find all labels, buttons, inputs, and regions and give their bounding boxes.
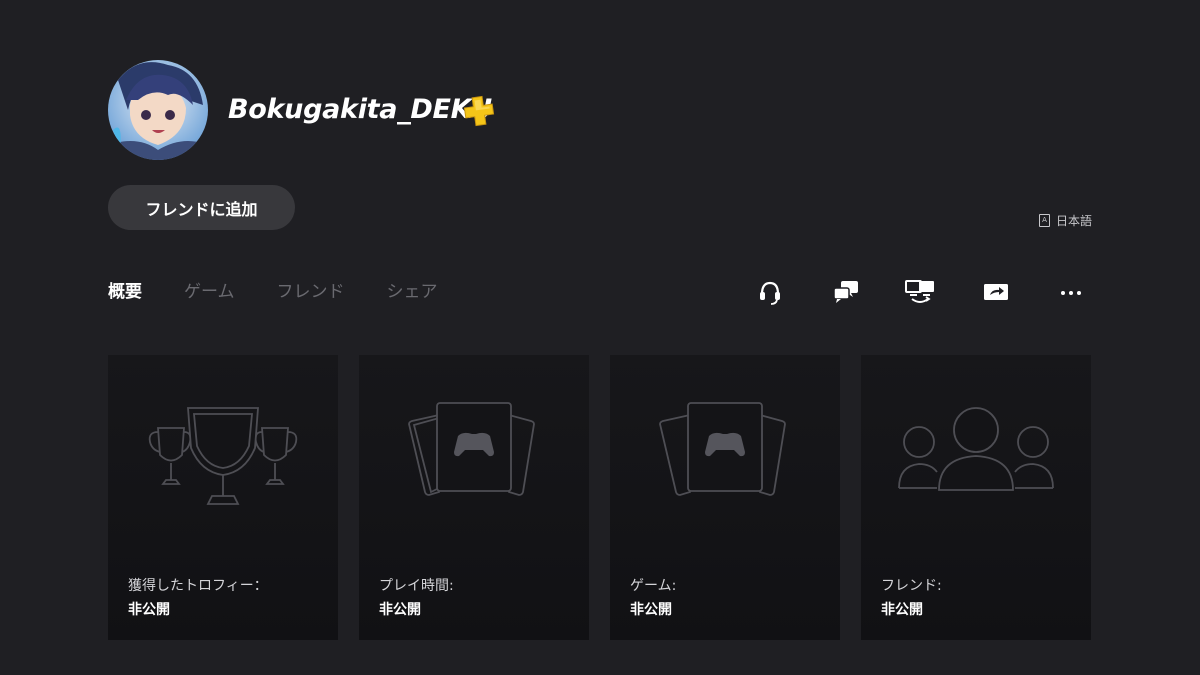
remote-play-icon[interactable] (904, 277, 936, 307)
game-cards-icon (359, 400, 589, 510)
chat-icon[interactable] (830, 277, 862, 307)
trophies-card[interactable]: 獲得したトロフィー： 非公開 (108, 355, 338, 640)
ps-plus-icon (463, 95, 495, 127)
game-cards-icon (610, 400, 840, 510)
card-value: 非公開 (630, 602, 672, 618)
tab-games[interactable]: ゲーム (184, 280, 235, 304)
share-screen-icon[interactable] (980, 277, 1012, 307)
card-value: 非公開 (379, 602, 421, 618)
language-indicator: A 日本語 (1038, 212, 1092, 229)
card-value: 非公開 (881, 602, 923, 618)
friends-icon (861, 400, 1091, 510)
trophies-icon (108, 400, 338, 510)
add-friend-button[interactable]: フレンドに追加 (108, 185, 295, 230)
language-label: 日本語 (1055, 214, 1092, 228)
card-label: プレイ時間: (379, 578, 454, 594)
card-label: フレンド: (881, 578, 942, 594)
card-label: 獲得したトロフィー： (128, 578, 268, 594)
playtime-card[interactable]: プレイ時間: 非公開 (359, 355, 589, 640)
card-label: ゲーム: (630, 578, 677, 594)
headset-icon[interactable] (754, 277, 786, 307)
translate-icon: A (1038, 214, 1050, 227)
username: Bokugakita_DEKU (228, 94, 492, 125)
friends-card[interactable]: フレンド: 非公開 (861, 355, 1091, 640)
card-value: 非公開 (128, 602, 170, 618)
tab-friends[interactable]: フレンド (277, 280, 345, 304)
avatar[interactable] (108, 60, 208, 160)
more-icon[interactable] (1055, 277, 1087, 307)
tab-share[interactable]: シェア (387, 280, 438, 304)
games-card[interactable]: ゲーム: 非公開 (610, 355, 840, 640)
profile-tabs: 概要 ゲーム フレンド シェア (108, 280, 480, 304)
tab-overview[interactable]: 概要 (108, 280, 142, 304)
